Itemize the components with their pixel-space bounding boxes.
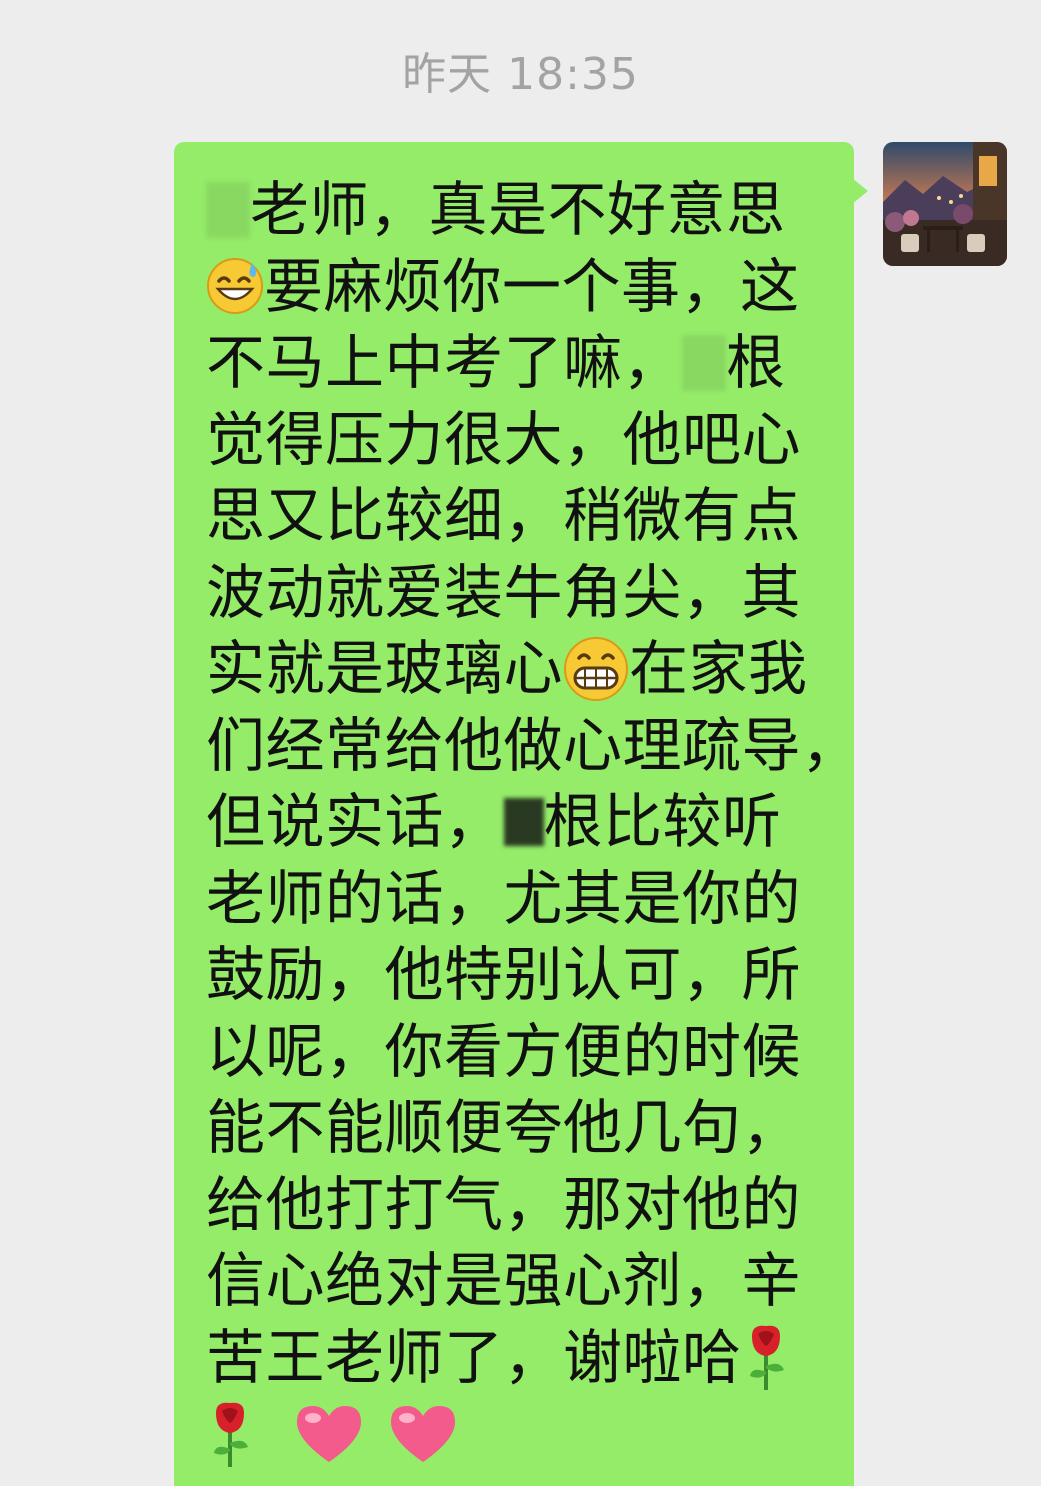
message-text: 在家我 xyxy=(629,634,808,703)
message-timestamp: 昨天 18:35 xyxy=(402,49,639,100)
heart-emoji xyxy=(293,1402,365,1466)
grinning-sweat-emoji xyxy=(206,257,264,315)
message-line: 信心绝对是强心剂，辛 xyxy=(206,1246,802,1315)
message-line: 能不能顺便夸他几句， xyxy=(206,1093,802,1162)
message-line xyxy=(206,1396,838,1473)
message-text: 苦王老师了，谢啦哈 xyxy=(206,1322,742,1392)
message-text: 但说实话， xyxy=(206,787,504,856)
message-text: 老师，真是不好意思 xyxy=(250,175,786,244)
message-line: 以呢，你看方便的时候 xyxy=(206,1016,802,1086)
message-line: 实就是玻璃心 在家我 xyxy=(206,631,838,708)
message-bubble[interactable]: 老师，真是不好意思 要麻烦你一个事，这 不马上中考了嘛， 根 觉得压力很大，他吧心… xyxy=(174,142,861,1486)
message-line: 思又比较细，稍微有点 xyxy=(206,481,802,550)
redacted-name xyxy=(682,334,727,391)
message-line: 觉得压力很大，他吧心 xyxy=(206,404,802,474)
bubble-tail xyxy=(852,178,868,204)
message-line: 鼓励，他特别认可，所 xyxy=(206,940,802,1009)
message-line: 们经常给他做心理疏导， xyxy=(206,710,861,780)
message-text: 实就是玻璃心 xyxy=(206,634,564,703)
message-line: 给他打打气，那对他的 xyxy=(206,1169,802,1239)
message-line: 老师的话，尤其是你的 xyxy=(206,863,802,933)
message-line: 苦王老师了，谢啦哈 xyxy=(206,1320,838,1397)
grinning-big-teeth-emoji xyxy=(563,636,629,702)
message-line: 要麻烦你一个事，这 xyxy=(206,249,838,326)
chat-screen: 昨天 18:35 老师，真是不好意思 要麻烦你一个事，这 不马上中考了嘛， 根 … xyxy=(0,0,1041,1486)
patio-garden-photo xyxy=(883,142,1007,266)
heart-emoji xyxy=(387,1402,459,1466)
redacted-name xyxy=(206,181,250,238)
emoji-group xyxy=(206,1396,459,1473)
message-line: 波动就爱装牛角尖，其 xyxy=(206,557,802,627)
message-line: 不马上中考了嘛， 根 xyxy=(206,325,838,402)
message-line: 但说实话， 根比较听 xyxy=(206,784,838,861)
message-text: 根比较听 xyxy=(543,787,782,856)
message-text: 要麻烦你一个事，这 xyxy=(264,251,800,321)
message-row: 老师，真是不好意思 要麻烦你一个事，这 不马上中考了嘛， 根 觉得压力很大，他吧心… xyxy=(0,142,1041,1486)
avatar[interactable] xyxy=(883,142,1007,266)
message-text: 根 xyxy=(726,328,786,397)
message-line: 老师，真是不好意思 xyxy=(206,172,838,249)
redacted-name xyxy=(503,797,544,846)
message-text: 不马上中考了嘛， xyxy=(206,328,683,397)
rose-emoji xyxy=(206,1399,254,1469)
rose-emoji xyxy=(742,1322,790,1392)
